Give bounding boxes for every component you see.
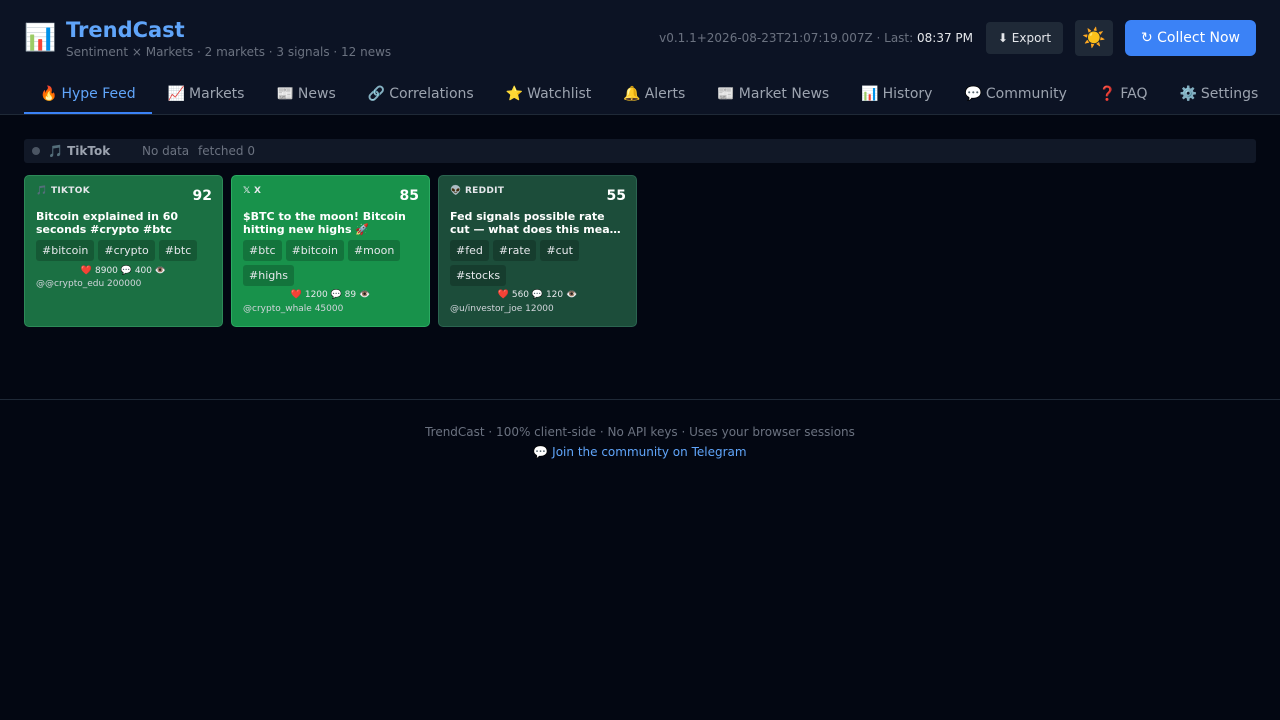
author-handle: @crypto_whale 45000 [243,304,344,314]
author-handle: @u/investor_joe 12000 [450,304,554,314]
tab-market-news[interactable]: 📰 Market News [701,74,845,114]
collect-now-button[interactable]: ↻ Collect Now [1125,20,1256,56]
footer-text: TrendCast · 100% client-side · No API ke… [425,425,855,439]
post-title: Fed signals possible rate cut — what doe… [450,210,621,236]
link-icon: 🔗 [367,86,386,102]
main-tabs: 🔥 Hype Feed 📈 Markets 📰 News 🔗 Correlations … [24,74,1274,115]
sun-icon: ☀️ [1082,27,1106,49]
chart-logo-icon: 📊 [24,23,57,53]
page-footer: TrendCast · 100% client-side · No API ke… [0,399,1280,479]
engagement-stats: ❤️ 560 💬 120 👁️ [497,290,578,300]
tab-correlations[interactable]: 🔗 Correlations [352,74,490,114]
hashtag[interactable]: #fed [450,240,489,261]
tab-label: History [882,86,933,102]
newspaper-icon: 📰 [276,86,294,102]
post-title: $BTC to the moon! Bitcoin hitting new hi… [243,210,406,236]
tab-label: Markets [189,86,245,102]
hype-card[interactable]: 🎵 TIKTOK 92 Bitcoin explained in 60 seco… [24,175,223,327]
chart-up-icon: 📈 [167,86,186,102]
tab-history[interactable]: 📊 History [845,74,948,114]
platform-label: 𝕏 X [243,186,262,196]
tag-list: #btc #bitcoin #moon #highs [243,240,423,290]
tab-label: Watchlist [527,86,592,102]
tab-label: Correlations [389,86,474,102]
status-dot-icon [32,147,40,155]
tab-hype-feed[interactable]: 🔥 Hype Feed [24,74,152,114]
engagement-stats: ❤️ 1200 💬 89 👁️ [290,290,371,300]
bell-icon: 🔔 [623,86,641,102]
hype-card[interactable]: 𝕏 X 85 $BTC to the moon! Bitcoin hitting… [231,175,430,327]
hashtag[interactable]: #bitcoin [36,240,95,261]
version-info: v0.1.1+2026-08-23T21:07:19.007Z · Last: … [659,30,973,46]
tab-markets[interactable]: 📈 Markets [152,74,261,114]
tab-label: Market News [738,86,830,102]
hashtag[interactable]: #bitcoin [285,240,344,261]
speech-bubble-icon: 💬 [964,86,982,102]
source-name: 🎵 TikTok [48,144,111,158]
tag-list: #bitcoin #crypto #btc [36,240,216,265]
app-header: 📊 TrendCast Sentiment × Markets · 2 mark… [0,0,1280,115]
tab-label: Hype Feed [61,86,136,102]
tab-label: FAQ [1120,86,1148,102]
tab-alerts[interactable]: 🔔 Alerts [607,74,701,114]
tag-list: #fed #rate #cut #stocks [450,240,630,290]
app-subtitle: Sentiment × Markets · 2 markets · 3 sign… [66,45,392,59]
hype-card[interactable]: 👽 REDDIT 55 Fed signals possible rate cu… [438,175,637,327]
star-icon: ⭐ [505,86,524,102]
hashtag[interactable]: #rate [492,240,537,261]
author-handle: @@crypto_edu 200000 [36,279,142,289]
hashtag[interactable]: #moon [347,240,401,261]
hype-score: 92 [192,188,212,204]
hype-score: 85 [399,188,419,204]
question-icon: ❓ [1098,86,1117,102]
tab-watchlist[interactable]: ⭐ Watchlist [490,74,608,114]
source-fetched-count: fetched 0 [198,144,255,158]
hashtag[interactable]: #stocks [450,265,507,286]
source-status: No data [142,144,190,158]
bar-chart-icon: 📊 [861,86,879,102]
post-title: Bitcoin explained in 60 seconds #crypto … [36,210,179,236]
hashtag[interactable]: #crypto [98,240,155,261]
tab-community[interactable]: 💬 Community [948,74,1082,114]
newspaper-icon: 📰 [717,86,735,102]
tab-label: Community [985,86,1067,102]
platform-label: 👽 REDDIT [450,186,505,196]
fire-icon: 🔥 [40,86,58,102]
telegram-community-link[interactable]: 💬 Join the community on Telegram [0,444,1280,460]
tab-faq[interactable]: ❓ FAQ [1083,74,1164,114]
hashtag[interactable]: #btc [243,240,282,261]
tab-label: Alerts [644,86,686,102]
theme-toggle-button[interactable]: ☀️ [1075,20,1113,56]
hype-score: 55 [606,188,626,204]
hashtag[interactable]: #highs [243,265,294,286]
engagement-stats: ❤️ 8900 💬 400 👁️ [80,266,167,276]
app-title: TrendCast [66,18,185,42]
tab-label: Settings [1200,86,1259,102]
tab-news[interactable]: 📰 News [260,74,351,114]
tab-settings[interactable]: ⚙️ Settings [1163,74,1274,114]
platform-label: 🎵 TIKTOK [36,186,90,196]
hashtag[interactable]: #btc [158,240,198,261]
source-status-bar: 🎵 TikTok No data fetched 0 [24,139,1256,163]
version-text: v0.1.1+2026-08-23T21:07:19.007Z · Last: [659,31,914,45]
last-collected-time: 08:37 PM [917,31,973,45]
tab-label: News [297,86,336,102]
hashtag[interactable]: #cut [540,240,579,261]
gear-icon: ⚙️ [1179,86,1197,102]
export-button[interactable]: ⬇ Export [986,22,1063,54]
